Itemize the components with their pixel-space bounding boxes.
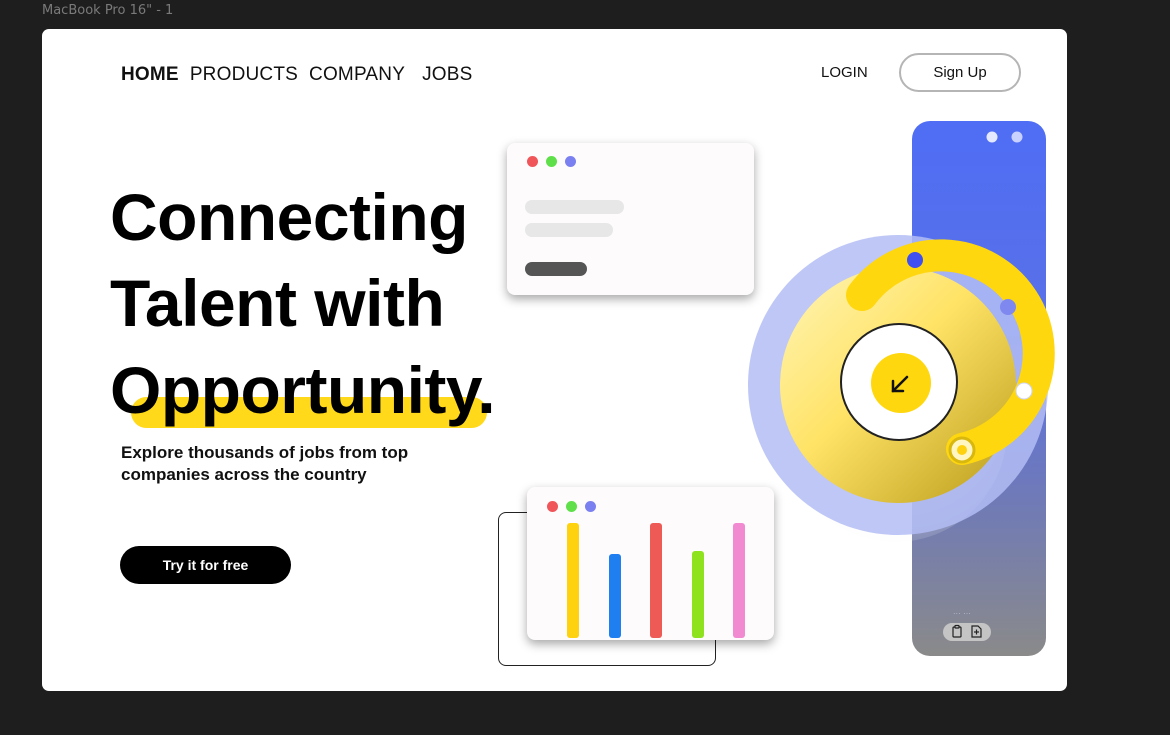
- window-card: [507, 143, 754, 295]
- headline-line-2: Talent with: [110, 266, 445, 340]
- text-placeholder-line: [525, 200, 624, 214]
- try-free-button[interactable]: Try it for free: [120, 546, 291, 584]
- bar-chart-card: [527, 487, 774, 640]
- window-maximize-dot: [565, 156, 576, 167]
- window-maximize-dot: [585, 501, 596, 512]
- text-placeholder-line: [525, 223, 613, 237]
- nav-jobs[interactable]: JOBS: [422, 64, 472, 86]
- nav-company[interactable]: COMPANY: [309, 64, 405, 86]
- headline-line-1: Connecting: [110, 180, 468, 254]
- hero-subtitle: Explore thousands of jobs from top compa…: [121, 443, 409, 484]
- window-close-dot: [527, 156, 538, 167]
- button-placeholder: [525, 262, 587, 276]
- window-close-dot: [547, 501, 558, 512]
- sign-up-button[interactable]: Sign Up: [899, 53, 1021, 92]
- login-link[interactable]: LOGIN: [821, 64, 868, 81]
- headline-line-3: Opportunity.: [110, 353, 496, 427]
- phone-panel: [912, 121, 1046, 656]
- window-minimize-dot: [566, 501, 577, 512]
- chart-bar: [608, 554, 621, 638]
- chart-bar: [691, 551, 704, 638]
- nav-home[interactable]: HOME: [121, 64, 179, 86]
- nav-products[interactable]: PRODUCTS: [190, 64, 298, 86]
- frame-label: MacBook Pro 16" - 1: [42, 3, 174, 18]
- main-nav: HOME PRODUCTS COMPANY JOBS: [121, 64, 484, 86]
- chart-bar: [650, 523, 662, 638]
- window-minimize-dot: [546, 156, 557, 167]
- chart-bar: [733, 523, 745, 638]
- chart-bar: [567, 523, 579, 638]
